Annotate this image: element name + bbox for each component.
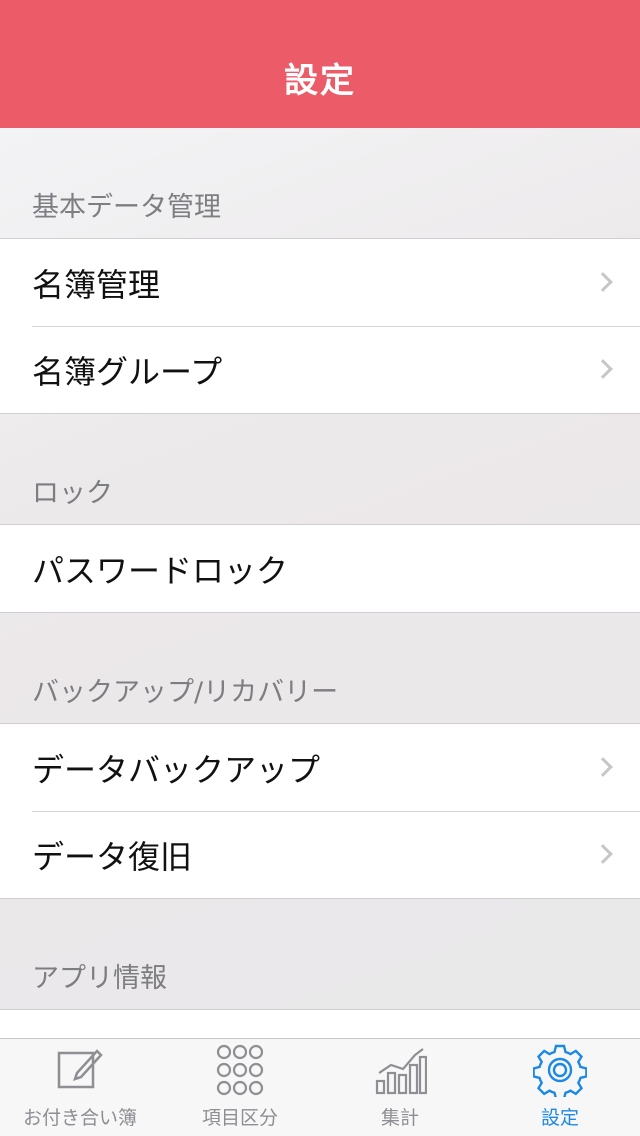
section-header-basic-data: 基本データ管理 <box>32 192 221 223</box>
page-title: 設定 <box>284 61 356 101</box>
tab-label: お付き合い簿 <box>22 1107 137 1129</box>
row-password-lock[interactable]: パスワードロック <box>0 525 640 612</box>
bar-chart-icon <box>375 1048 427 1095</box>
row-label: パスワードロック <box>32 551 289 590</box>
tab-item-category[interactable]: 項目区分 <box>160 1039 320 1136</box>
chevron-right-icon <box>593 358 613 379</box>
navigation-bar: 設定 <box>0 0 640 128</box>
chevron-right-icon <box>593 756 613 777</box>
row-roster-management[interactable]: 名簿管理 <box>0 239 640 326</box>
tab-label: 設定 <box>540 1107 579 1129</box>
row-label: 名簿グループ <box>32 352 223 391</box>
compose-icon <box>57 1049 103 1089</box>
section-header-app-info: アプリ情報 <box>32 963 167 994</box>
row-label: データバックアップ <box>32 750 321 789</box>
section-header-backup: バックアップ/リカバリー <box>32 677 339 708</box>
row-data-backup[interactable]: データバックアップ <box>0 724 640 811</box>
row-data-restore[interactable]: データ復旧 <box>0 811 640 898</box>
section-group-basic-data: 名簿管理 名簿グループ <box>0 238 640 414</box>
row-label: データ復旧 <box>32 837 193 876</box>
chevron-right-icon <box>593 843 613 864</box>
tab-label: 集計 <box>380 1107 419 1129</box>
section-group-backup: データバックアップ データ復旧 <box>0 723 640 899</box>
row-roster-group[interactable]: 名簿グループ <box>0 326 640 413</box>
row-label: 名簿管理 <box>32 265 161 304</box>
tab-relationship-book[interactable]: お付き合い簿 <box>0 1039 160 1136</box>
chevron-right-icon <box>593 271 613 292</box>
tab-bar: お付き合い簿 項目区分 集計 設定 <box>0 1038 640 1136</box>
settings-list[interactable]: 基本データ管理 名簿管理 名簿グループ ロック パスワードロック バックアップ/… <box>0 128 640 1038</box>
grid-dots-icon <box>216 1044 264 1096</box>
section-group-lock: パスワードロック <box>0 524 640 613</box>
section-header-lock: ロック <box>32 478 113 509</box>
tab-summary[interactable]: 集計 <box>320 1039 480 1136</box>
row-app-info-partial[interactable] <box>0 1010 640 1038</box>
section-group-app-info <box>0 1009 640 1038</box>
tab-label: 項目区分 <box>201 1107 278 1129</box>
gear-icon <box>533 1044 587 1097</box>
tab-settings[interactable]: 設定 <box>480 1039 640 1136</box>
